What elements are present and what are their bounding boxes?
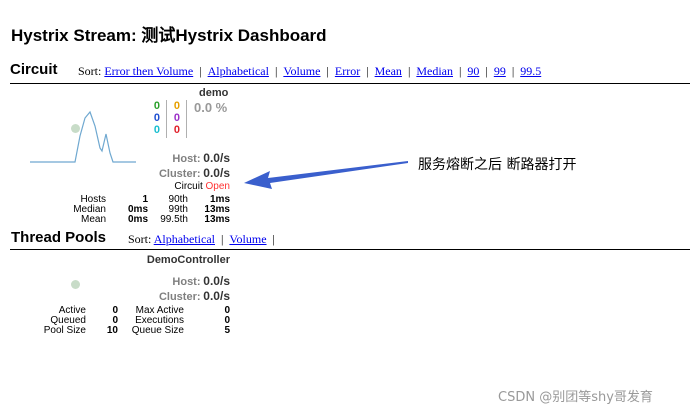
circuit-sort-option[interactable]: 90 — [467, 64, 479, 78]
sparkline-line — [30, 110, 136, 163]
circuit-sort-option[interactable]: Median — [416, 64, 453, 78]
circuit-sort-option[interactable]: Error — [335, 64, 360, 78]
pool-name: DemoController — [146, 254, 230, 266]
threadpool-section-title: Thread Pools — [11, 229, 107, 246]
stat-value: 10 — [106, 325, 118, 336]
stats-row: Mean 0ms 99.5th 13ms — [60, 215, 230, 225]
failure-count: 0 — [173, 124, 180, 136]
circuit-sort-option[interactable]: Alphabetical — [208, 64, 269, 78]
pool-host-label: Host: — [172, 276, 201, 288]
stat-label: Mean — [80, 214, 106, 225]
pool-cluster-rate: 0.0/s — [203, 289, 230, 303]
annotation-text: 服务熔断之后 断路器打开 — [418, 157, 577, 173]
stat-value: 0 — [224, 315, 230, 326]
watermark: CSDN @别团等shy哥发育 — [498, 390, 653, 405]
threadpool-sort-label: Sort: — [128, 232, 152, 246]
pool-host-rate: 0.0/s — [203, 274, 230, 288]
pool-stats-table: Active 0 Max Active 0 Queued 0 Executions 0 Pool… — [40, 306, 230, 336]
circuit-status-label: Circuit — [174, 181, 203, 192]
sort-separator: | — [366, 64, 369, 78]
sort-separator: | — [221, 232, 224, 246]
circuit-card-demo[interactable]: demo 0 0 0 0 0 0 0.0 % Host: 0.0/s Clust… — [0, 84, 240, 230]
counts-separator-1 — [166, 100, 167, 138]
stat-label: Queue Size — [131, 325, 184, 336]
latency-stats: Hosts 1 90th 1ms Median 0ms 99th 13ms Mean 0ms 99.… — [60, 195, 230, 225]
bad-request-count: 0 — [153, 124, 160, 136]
circuit-sort-option[interactable]: 99.5 — [520, 64, 541, 78]
stat-value: 0ms — [127, 214, 148, 225]
pool-cluster-label: Cluster: — [158, 291, 201, 303]
sort-separator: | — [511, 64, 515, 78]
sort-separator: | — [326, 64, 329, 78]
circuit-sort-option[interactable]: Mean — [375, 64, 402, 78]
sort-separator: | — [199, 64, 202, 78]
cluster-rate: 0.0/s — [203, 166, 230, 180]
threadpool-card-democontroller[interactable]: DemoController Host: 0.0/s Cluster: 0.0/… — [0, 250, 240, 340]
sort-separator: | — [407, 64, 411, 78]
rejected-count: 0 — [173, 112, 180, 124]
page-title: Hystrix Stream: 测试Hystrix Dashboard — [11, 26, 327, 45]
host-label: Host: — [172, 153, 201, 165]
stats-row: Pool Size 10 Queue Size 5 — [40, 326, 230, 336]
circuit-section-title: Circuit — [10, 61, 58, 78]
pool-stats: Active 0 Max Active 0 Queued 0 Executions 0 Pool… — [40, 306, 230, 336]
host-rate: 0.0/s — [203, 151, 230, 165]
pool-cluster-rate-row: Cluster: 0.0/s — [150, 289, 230, 303]
circuit-sort-label: Sort: — [78, 64, 102, 78]
circuit-status-value: Open — [205, 181, 230, 192]
timeout-count: 0 — [173, 100, 180, 112]
sparkline-chart — [30, 110, 136, 163]
counts-separator-2 — [186, 100, 187, 138]
stat-value: 0 — [224, 305, 230, 316]
sort-separator: | — [459, 64, 462, 78]
circuit-name: demo — [199, 87, 229, 99]
threadpool-sort-bar: Sort: Alphabetical | Volume | — [128, 232, 281, 247]
host-rate-row: Host: 0.0/s — [150, 151, 230, 165]
request-counts-right: 0 0 0 — [170, 100, 180, 136]
sort-separator: | — [485, 64, 488, 78]
latency-stats-table: Hosts 1 90th 1ms Median 0ms 99th 13ms Mean 0ms 99.… — [60, 195, 230, 225]
stat-label: Pool Size — [43, 325, 86, 336]
success-count: 0 — [153, 100, 160, 112]
request-counts-left: 0 0 0 — [150, 100, 160, 136]
cluster-rate-row: Cluster: 0.0/s — [150, 166, 230, 180]
stat-value: 5 — [224, 325, 230, 336]
threadpool-sort-option[interactable]: Volume — [229, 232, 266, 246]
pool-health-circle — [71, 280, 80, 289]
stat-label: 99.5th — [160, 214, 188, 225]
annotation-arrow-shape — [244, 161, 408, 189]
circuit-status-row: Circuit Open — [150, 181, 230, 192]
circuit-sort-bar: Sort: Error then Volume | Alphabetical | Vol… — [78, 64, 541, 79]
annotation-arrow — [244, 161, 408, 189]
sort-separator: | — [272, 232, 275, 246]
circuit-sort-option[interactable]: Error then Volume — [104, 64, 193, 78]
stat-value: 13ms — [204, 214, 230, 225]
circuit-sort-option[interactable]: 99 — [494, 64, 506, 78]
error-rate: 0.0 % — [194, 100, 228, 115]
sort-separator: | — [274, 64, 278, 78]
pool-host-rate-row: Host: 0.0/s — [150, 274, 230, 288]
short-circuited-count: 0 — [153, 112, 160, 124]
circuit-sort-option[interactable]: Volume — [283, 64, 320, 78]
threadpool-sort-option[interactable]: Alphabetical — [154, 232, 215, 246]
cluster-label: Cluster: — [158, 168, 201, 180]
